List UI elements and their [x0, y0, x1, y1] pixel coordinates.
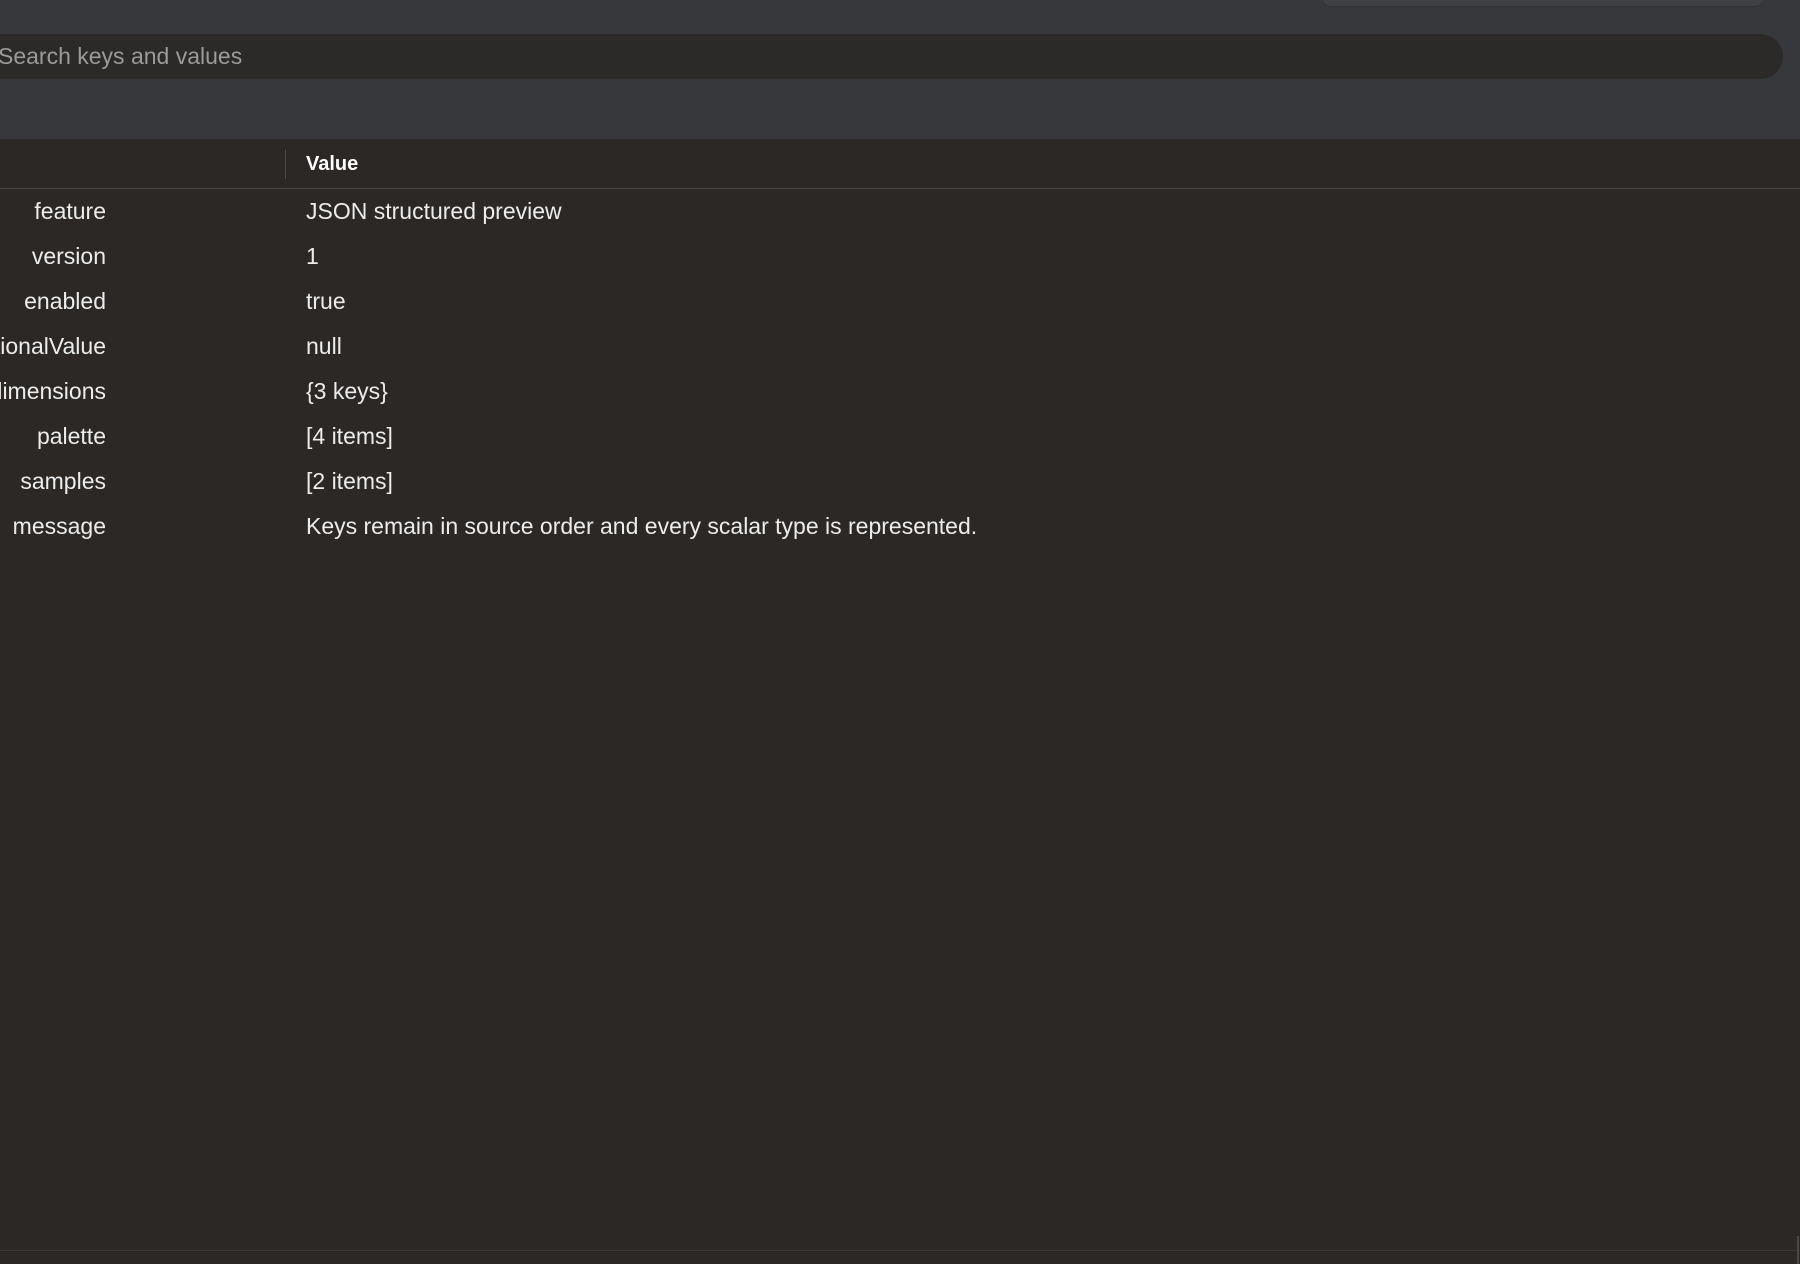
row-key: dimensions — [0, 378, 106, 404]
value-column-header[interactable]: Value — [306, 151, 358, 177]
table-row[interactable]: enabled true — [0, 279, 1800, 324]
search-input[interactable] — [0, 34, 1783, 79]
scrollbar-edge[interactable] — [1797, 1236, 1799, 1264]
row-key: enabled — [24, 288, 106, 314]
table-header: Value — [0, 139, 1800, 189]
status-bar-divider — [0, 1250, 1800, 1251]
column-resize-handle[interactable] — [285, 150, 286, 179]
table-body: feature JSON structured preview version … — [0, 189, 1800, 549]
row-value: 1 — [306, 243, 319, 269]
table-row[interactable]: dimensions {3 keys} — [0, 369, 1800, 414]
table-row[interactable]: palette [4 items] — [0, 414, 1800, 459]
table-row[interactable]: optionalValue null — [0, 324, 1800, 369]
row-value: [4 items] — [306, 423, 393, 449]
row-value: true — [306, 288, 346, 314]
row-key: feature — [34, 198, 106, 224]
table-row[interactable]: message Keys remain in source order and … — [0, 504, 1800, 549]
row-value: [2 items] — [306, 468, 393, 494]
table-row[interactable]: feature JSON structured preview — [0, 189, 1800, 234]
search-field[interactable] — [0, 34, 1783, 79]
toolbar — [0, 0, 1800, 139]
table-row[interactable]: version 1 — [0, 234, 1800, 279]
table-row[interactable]: samples [2 items] — [0, 459, 1800, 504]
row-key: version — [31, 243, 106, 269]
row-value: null — [306, 333, 342, 359]
row-key: samples — [20, 468, 106, 494]
top-segment-control[interactable] — [1322, 0, 1764, 6]
row-key: palette — [36, 423, 106, 449]
row-key: message — [12, 513, 106, 539]
row-key: optionalValue — [0, 333, 106, 359]
row-value: {3 keys} — [306, 378, 388, 404]
row-value: JSON structured preview — [306, 198, 562, 224]
row-value: Keys remain in source order and every sc… — [306, 513, 978, 539]
key-value-table: Value feature JSON structured preview ve… — [0, 139, 1800, 1264]
